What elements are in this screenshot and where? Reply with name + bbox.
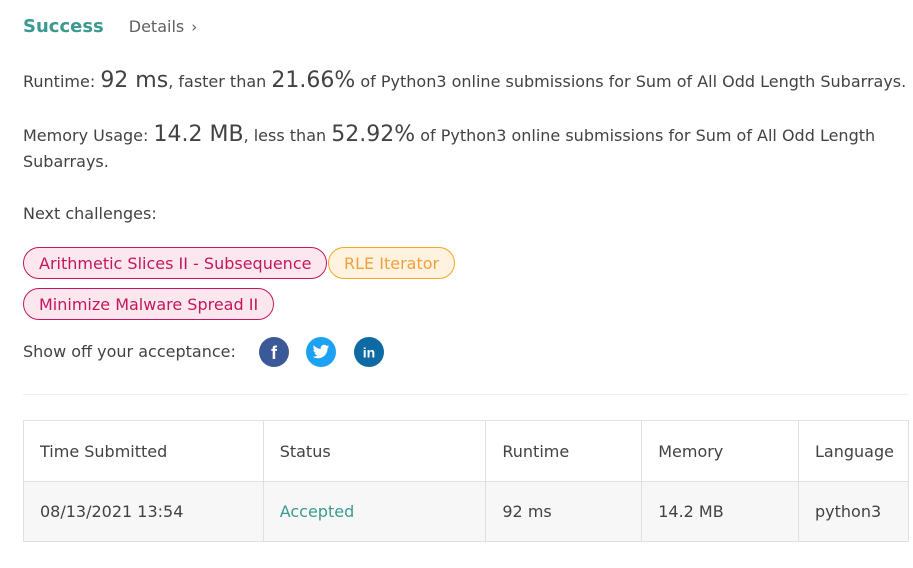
memory-value: 14.2 MB: [153, 122, 244, 147]
runtime-value: 92 ms: [100, 68, 169, 93]
table-row: 08/13/2021 13:54 Accepted 92 ms 14.2 MB …: [23, 481, 909, 542]
column-header-language: Language: [798, 420, 909, 482]
memory-mid: , less than: [243, 126, 327, 145]
challenge-tag-arithmetic-slices[interactable]: Arithmetic Slices II - Subsequence: [23, 247, 328, 279]
memory-label: Memory Usage:: [23, 126, 149, 145]
cell-memory: 14.2 MB: [641, 481, 800, 542]
details-link[interactable]: Details ›: [129, 17, 197, 36]
runtime-mid: , faster than: [168, 72, 267, 91]
svg-text:in: in: [363, 345, 375, 361]
accepted-link[interactable]: Accepted: [280, 502, 355, 521]
next-challenges-label: Next challenges:: [23, 204, 157, 223]
cell-time: 08/13/2021 13:54: [23, 481, 264, 542]
runtime-tail: of Python3 online submissions for Sum of…: [360, 72, 907, 91]
facebook-icon[interactable]: f: [259, 337, 289, 367]
svg-text:f: f: [271, 343, 278, 363]
twitter-icon[interactable]: [306, 337, 336, 367]
column-header-memory: Memory: [641, 420, 800, 482]
cell-language: python3: [798, 481, 909, 542]
linkedin-icon[interactable]: in: [354, 337, 384, 367]
runtime-percent: 21.66%: [271, 68, 356, 93]
runtime-label: Runtime:: [23, 72, 96, 91]
section-divider: [23, 394, 908, 395]
details-label: Details: [128, 17, 185, 36]
challenge-tag-rle-iterator[interactable]: RLE Iterator: [328, 247, 456, 279]
challenge-tag-minimize-malware[interactable]: Minimize Malware Spread II: [23, 288, 275, 320]
cell-runtime: 92 ms: [485, 481, 643, 542]
memory-percent: 52.92%: [331, 122, 416, 147]
status-title: Success: [23, 16, 104, 37]
result-header: Success Details ›: [23, 16, 197, 37]
table-header-row: Time Submitted Status Runtime Memory Lan…: [23, 420, 909, 482]
share-label: Show off your acceptance:: [23, 342, 236, 361]
cell-status: Accepted: [262, 481, 487, 542]
runtime-summary: Runtime: 92 ms, faster than 21.66% of Py…: [23, 68, 906, 93]
submissions-table: Time Submitted Status Runtime Memory Lan…: [23, 420, 909, 542]
column-header-runtime: Runtime: [485, 420, 643, 482]
column-header-time: Time Submitted: [23, 420, 264, 482]
chevron-right-icon: ›: [191, 17, 198, 36]
memory-summary: Memory Usage: 14.2 MB, less than 52.92% …: [23, 122, 883, 175]
column-header-status: Status: [262, 420, 487, 482]
memory-tail: of Python3 online submissions for Sum of…: [23, 126, 876, 171]
